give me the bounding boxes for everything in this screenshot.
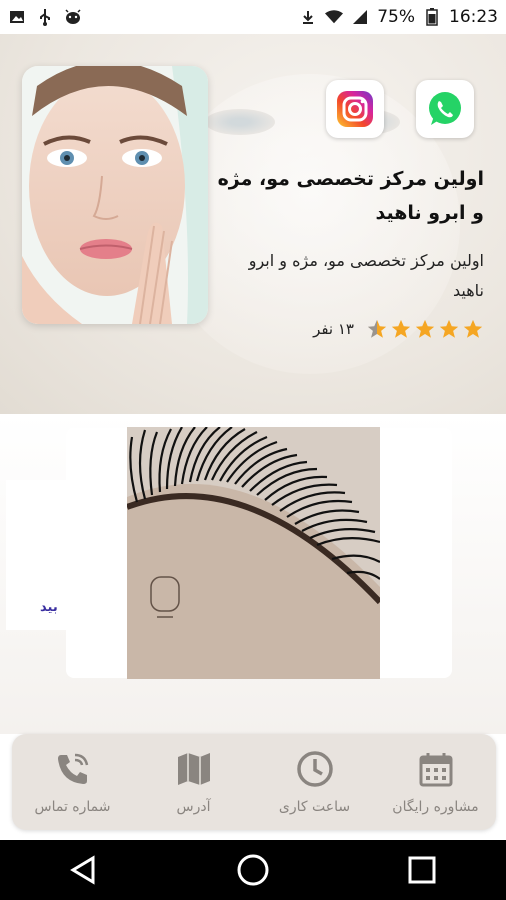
star-full-icon (415, 319, 435, 338)
star-full-icon (463, 319, 483, 338)
home-icon[interactable] (236, 853, 270, 887)
rating-row: ۱۳ نفر (214, 318, 484, 340)
nav-phone[interactable]: شماره تماس (13, 749, 133, 815)
eyelash-photo[interactable] (127, 427, 380, 679)
gallery-prev-label: بید (40, 600, 58, 615)
nav-consult[interactable]: مشاوره رایگان (376, 749, 496, 815)
battery-percent: 75% (377, 7, 415, 27)
nav-hours-label: ساعت کاری (278, 799, 351, 815)
nav-hours[interactable]: ساعت کاری (255, 749, 375, 815)
signal-icon (351, 8, 369, 26)
android-debug-icon (64, 8, 82, 26)
whatsapp-icon (429, 92, 461, 125)
rating-count: ۱۳ نفر (313, 320, 354, 338)
nav-phone-label: شماره تماس (34, 799, 111, 815)
nav-address-label: آدرس (176, 799, 211, 815)
salon-subtitle: اولین مرکز تخصصی مو، مژه و ابرو ناهید (248, 251, 484, 300)
salon-title: اولین مرکز تخصصی مو، مژه و ابرو ناهید (217, 168, 484, 224)
download-icon (299, 8, 317, 26)
bottom-action-bar: شماره تماس آدرس ساعت کاری مشاوره رایگان (12, 734, 496, 830)
background-eye-left (205, 109, 275, 135)
recents-icon[interactable] (407, 855, 437, 885)
star-full-icon (439, 319, 459, 338)
salon-portrait-image (22, 66, 208, 324)
image-notification-icon (8, 8, 26, 26)
map-icon (177, 753, 210, 785)
star-half-icon (367, 319, 387, 338)
clock-time: 16:23 (449, 7, 498, 27)
calendar-icon (419, 753, 452, 787)
phone-icon (57, 753, 88, 784)
nav-address[interactable]: آدرس (134, 749, 254, 815)
usb-icon (36, 8, 54, 26)
whatsapp-button[interactable] (416, 80, 474, 138)
status-bar: 75% 16:23 (0, 0, 506, 34)
star-full-icon (391, 319, 411, 338)
clock-icon (296, 751, 333, 787)
system-navigation-bar (0, 840, 506, 900)
battery-icon (423, 8, 441, 26)
wifi-icon (325, 8, 344, 26)
back-icon[interactable] (69, 855, 99, 885)
nav-consult-label: مشاوره رایگان (392, 799, 479, 815)
hero-banner: اولین مرکز تخصصی مو، مژه و ابرو ناهید او… (0, 34, 506, 414)
instagram-button[interactable] (326, 80, 384, 138)
instagram-icon (337, 91, 373, 127)
